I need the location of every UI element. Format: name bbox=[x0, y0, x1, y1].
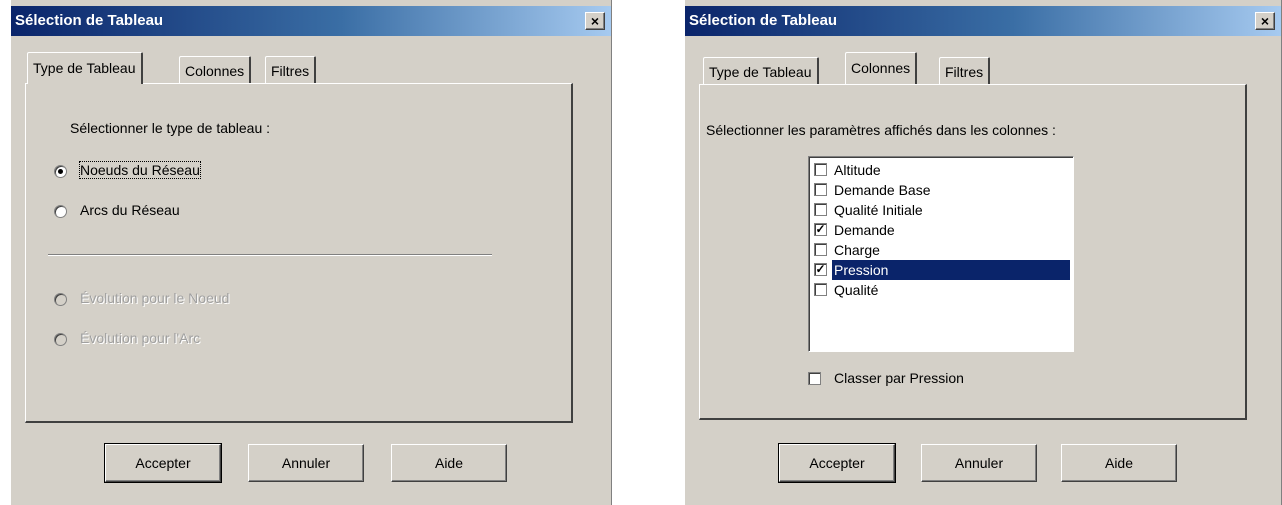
close-button[interactable]: × bbox=[585, 12, 605, 30]
title-bar: Sélection de Tableau × bbox=[11, 6, 611, 36]
radio-evolution-arc bbox=[54, 333, 67, 346]
tab-colonnes[interactable]: Colonnes bbox=[845, 52, 918, 84]
tab-label: Type de Tableau bbox=[709, 64, 812, 80]
tab-label: Type de Tableau bbox=[33, 60, 136, 76]
list-item-selected[interactable]: ✓ Pression bbox=[812, 260, 1070, 280]
tab-filtres[interactable]: Filtres bbox=[939, 57, 991, 84]
prompt-label: Sélectionner le type de tableau : bbox=[70, 120, 271, 136]
accept-button[interactable]: Accepter bbox=[104, 443, 222, 483]
help-label: Aide bbox=[434, 455, 464, 471]
list-item-label: Altitude bbox=[834, 162, 881, 178]
columns-listbox[interactable]: Altitude Demande Base Qualité Initiale ✓… bbox=[808, 156, 1074, 352]
cancel-button[interactable]: Annuler bbox=[921, 444, 1037, 482]
sort-checkbox-label[interactable]: Classer par Pression bbox=[834, 370, 964, 386]
close-icon: × bbox=[590, 13, 600, 29]
radio-noeuds[interactable] bbox=[54, 165, 67, 178]
checkbox[interactable] bbox=[814, 183, 827, 196]
radio-evolution-noeud bbox=[54, 293, 67, 306]
list-item[interactable]: ✓ Demande bbox=[812, 220, 1070, 240]
radio-noeuds-label[interactable]: Noeuds du Réseau bbox=[79, 161, 201, 179]
checkbox[interactable] bbox=[814, 283, 827, 296]
radio-arcs[interactable] bbox=[54, 205, 67, 218]
help-button[interactable]: Aide bbox=[1061, 444, 1177, 482]
list-item-label: Qualité bbox=[834, 282, 879, 298]
sort-checkbox[interactable] bbox=[808, 372, 821, 385]
tab-panel-columns: Sélectionner les paramètres affichés dan… bbox=[699, 84, 1247, 420]
list-item-label: Demande Base bbox=[834, 182, 931, 198]
list-item[interactable]: Charge bbox=[812, 240, 1070, 260]
tab-label: Colonnes bbox=[185, 63, 245, 79]
list-item-label: Qualité Initiale bbox=[834, 202, 923, 218]
radio-arcs-label[interactable]: Arcs du Réseau bbox=[80, 202, 180, 218]
cancel-button[interactable]: Annuler bbox=[248, 444, 364, 482]
tab-label: Colonnes bbox=[851, 60, 911, 76]
list-item-label: Charge bbox=[834, 242, 880, 258]
tab-label: Filtres bbox=[271, 63, 310, 79]
accept-button[interactable]: Accepter bbox=[778, 443, 896, 483]
dialog-columns: Sélection de Tableau × Type de Tableau C… bbox=[684, 0, 1282, 505]
help-button[interactable]: Aide bbox=[391, 444, 507, 482]
checkbox[interactable] bbox=[814, 243, 827, 256]
list-item[interactable]: Qualité bbox=[812, 280, 1070, 300]
checkbox[interactable] bbox=[814, 163, 827, 176]
tab-type-de-tableau[interactable]: Type de Tableau bbox=[27, 52, 143, 84]
cancel-label: Annuler bbox=[954, 455, 1004, 471]
list-item-label: Demande bbox=[834, 222, 895, 238]
prompt-label: Sélectionner les paramètres affichés dan… bbox=[706, 122, 1056, 138]
checkbox[interactable] bbox=[814, 203, 827, 216]
close-icon: × bbox=[1260, 13, 1270, 29]
accept-label: Accepter bbox=[809, 455, 865, 471]
radio-evolution-arc-label: Évolution pour l'Arc bbox=[80, 330, 201, 346]
title-bar: Sélection de Tableau × bbox=[685, 6, 1281, 36]
list-item[interactable]: Demande Base bbox=[812, 180, 1070, 200]
dialog-title: Sélection de Tableau bbox=[15, 12, 164, 29]
dialog-title: Sélection de Tableau bbox=[689, 12, 838, 29]
tab-filtres[interactable]: Filtres bbox=[265, 56, 317, 83]
list-item[interactable]: Qualité Initiale bbox=[812, 200, 1070, 220]
dialog-table-type: Sélection de Tableau × Type de Tableau C… bbox=[10, 0, 612, 505]
cancel-label: Annuler bbox=[281, 455, 331, 471]
list-item[interactable]: Altitude bbox=[812, 160, 1070, 180]
close-button[interactable]: × bbox=[1255, 12, 1275, 30]
list-item-label: Pression bbox=[832, 260, 1070, 280]
help-label: Aide bbox=[1104, 455, 1134, 471]
radio-evolution-noeud-label: Évolution pour le Noeud bbox=[80, 290, 230, 306]
tab-colonnes[interactable]: Colonnes bbox=[179, 56, 252, 83]
tab-panel-type: Sélectionner le type de tableau : Noeuds… bbox=[25, 83, 573, 423]
tab-type-de-tableau[interactable]: Type de Tableau bbox=[703, 57, 819, 84]
check-icon[interactable]: ✓ bbox=[814, 263, 827, 276]
separator bbox=[48, 254, 492, 256]
tab-label: Filtres bbox=[945, 64, 984, 80]
accept-label: Accepter bbox=[135, 455, 191, 471]
check-icon[interactable]: ✓ bbox=[814, 223, 827, 236]
